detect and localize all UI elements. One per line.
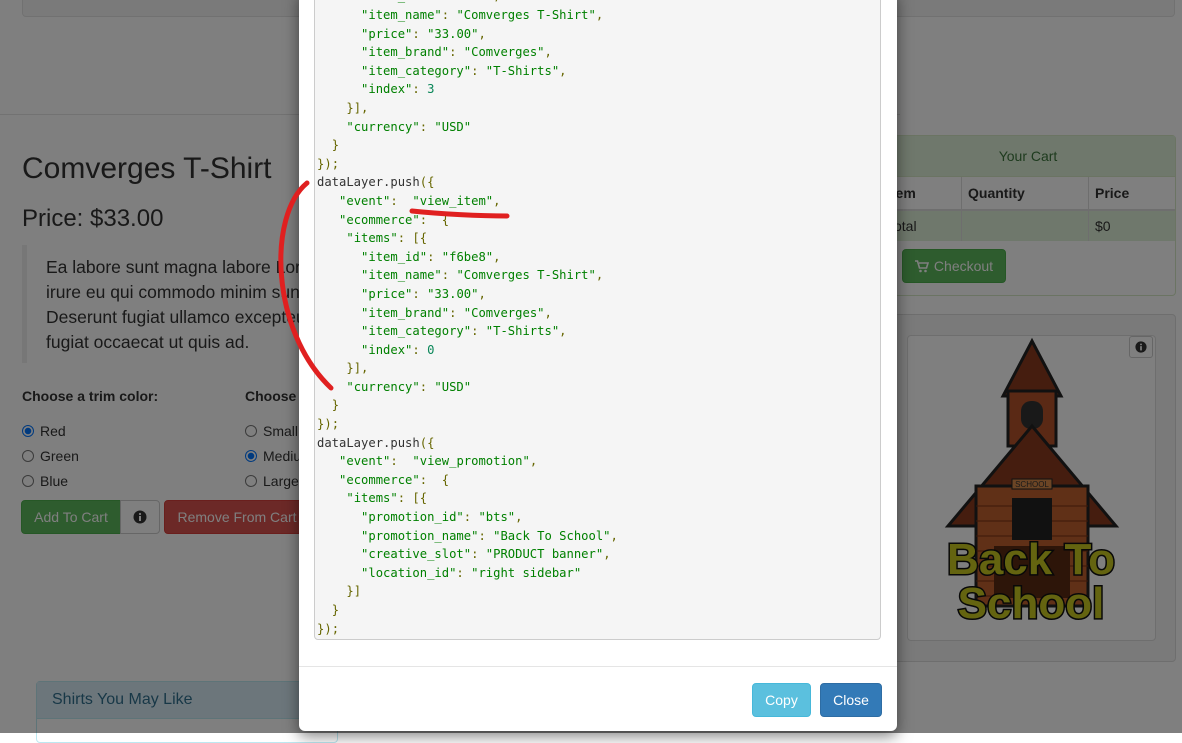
modal-footer: Copy Close <box>299 666 897 732</box>
code-block: "item_id": "f6be8", "item_name": "Comver… <box>314 0 881 640</box>
datalayer-modal: "item_id": "f6be8", "item_name": "Comver… <box>299 0 897 731</box>
close-button[interactable]: Close <box>820 683 882 717</box>
copy-button[interactable]: Copy <box>752 683 811 717</box>
datalayer-code: "item_id": "f6be8", "item_name": "Comver… <box>317 0 618 636</box>
